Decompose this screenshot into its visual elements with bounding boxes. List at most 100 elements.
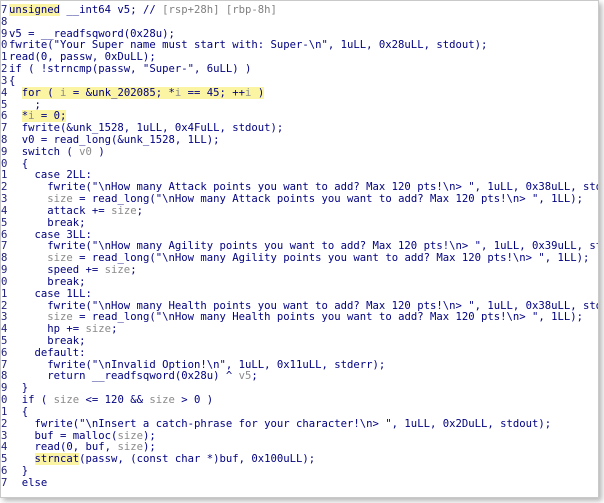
line-number: 5 [1, 217, 7, 229]
identifier-token: size [47, 193, 73, 206]
code-token: for ( [21, 86, 61, 99]
code-token: ) [91, 145, 105, 158]
line-number: 9 [1, 383, 7, 395]
line-number: 1 [1, 170, 7, 182]
code-token: __int64 v5; // [60, 4, 163, 16]
code-token: fwrite("\nInvalid Option!\n", 1uLL, 0x11… [9, 358, 386, 371]
line-number: 3 [1, 430, 7, 442]
code-token: buf = malloc( [9, 429, 118, 442]
code-text: return __readfsqword(0x28u) ^ v5; [9, 370, 258, 383]
code-token: = read_long("\nHow many Attack points yo… [72, 193, 584, 206]
line-number: 7 [1, 241, 7, 253]
code-token: unsigned [9, 4, 61, 16]
code-token: ; [251, 370, 258, 383]
code-token: fwrite("Your Super name must start with:… [9, 39, 488, 52]
code-token: ) [251, 86, 265, 99]
line-number: 5 [1, 335, 7, 347]
code-token: break; [9, 216, 86, 229]
code-token: read(0, buf, [9, 441, 118, 454]
code-token: speed += [9, 264, 105, 277]
pseudocode-view: 7 unsigned __int64 v5; // [rsp+28h] [rbp-… [0, 0, 599, 498]
line-number: 8 [1, 135, 7, 147]
code-text: unsigned __int64 v5; // [rsp+28h] [rbp-8… [9, 4, 277, 17]
code-token: = &unk_202085; * [66, 86, 175, 99]
identifier-token: v5 [238, 370, 252, 383]
identifier-token: size [117, 441, 143, 454]
code-token: default: [9, 346, 86, 359]
code-token: break; [9, 275, 86, 288]
line-number: 4 [1, 205, 7, 217]
identifier-token: v0 [79, 145, 92, 158]
code-token: ; [130, 264, 137, 277]
code-token: else [9, 476, 48, 489]
code-token: { [9, 74, 16, 87]
code-token: ); [142, 429, 156, 442]
identifier-token: size [111, 204, 137, 217]
code-token: > 0 ) [174, 394, 214, 407]
highlighted-code: for ( i = &unk_202085; *i == 45; ++i ) [21, 86, 265, 99]
code-token: case 3LL: [9, 228, 92, 241]
code-token: if ( !strncmp(passw, "Super-", 6uLL) ) [9, 63, 252, 76]
code-token: ); [142, 441, 156, 454]
code-text: strncat(passw, (const char *)buf, 0x100u… [9, 453, 316, 466]
line-number: 6 [1, 347, 7, 359]
line-number: 7 [1, 477, 7, 489]
line-number: 6 [1, 229, 7, 241]
identifier-token: size [117, 429, 143, 442]
code-token: == 45; ++ [181, 86, 246, 99]
line-number: 6 [1, 465, 7, 477]
identifier-token: size [85, 323, 112, 336]
line-number: 1 [1, 52, 7, 64]
line-number: 5 [1, 99, 7, 111]
line-number: 0 [1, 276, 7, 288]
code-token: ; [136, 204, 143, 217]
code-text: for ( i = &unk_202085; *i == 45; ++i ) [9, 86, 265, 100]
code-token: attack += [9, 204, 112, 217]
identifier-token: size [149, 394, 175, 407]
code-token: if ( [9, 394, 54, 407]
line-number: 5 [1, 454, 7, 466]
line-number: 3 [1, 194, 7, 206]
line-number: 2 [1, 418, 7, 430]
code-token: hp += [9, 323, 86, 336]
code-token: ; [111, 323, 118, 336]
code-token: } [9, 382, 29, 395]
line-number: 2 [1, 64, 7, 76]
code-token: strncat [34, 453, 80, 466]
line-number: 1 [1, 288, 7, 300]
line-number: 9 [1, 146, 7, 158]
code-token: fwrite("\nHow many Attack points you wan… [9, 181, 599, 194]
line-number: 8 [1, 371, 7, 383]
code-token: case 1LL: [9, 287, 92, 300]
code-token: { [9, 405, 29, 418]
code-token: case 2LL: [9, 169, 92, 182]
code-token: (passw, (const char *)buf, 0x100uLL); [79, 453, 316, 466]
code-text: if ( size <= 120 && size > 0 ) [9, 394, 214, 407]
code-token: = read_long("\nHow many Agility points y… [72, 252, 590, 265]
code-text: else [9, 476, 48, 490]
identifier-token: size [47, 311, 73, 324]
code-token: = 0; [34, 110, 67, 123]
line-number: 0 [1, 395, 7, 407]
code-token: read(0, passw, 0xDuLL); [9, 51, 156, 64]
code-token: fwrite(&unk_1528, 1uLL, 0x4FuLL, stdout)… [9, 122, 284, 135]
code-token: return __readfsqword(0x28u) ^ [9, 370, 239, 383]
line-number: 7 [1, 359, 7, 371]
line-number: 9 [1, 265, 7, 277]
code-token: switch ( [9, 145, 80, 158]
line-number: 7 [1, 5, 7, 16]
line-number: 6 [1, 111, 7, 123]
code-token: fwrite("\nHow many Agility points you wa… [9, 240, 599, 253]
line-number: 2 [1, 300, 7, 312]
line-number: 8 [1, 253, 7, 265]
line-number: 0 [1, 158, 7, 170]
line-number: 1 [1, 406, 7, 418]
code-token: [rsp+28h] [rbp-8h] [162, 4, 277, 16]
code-token: <= 120 && [79, 394, 150, 407]
line-number: 7 [1, 123, 7, 135]
highlighted-code: *i = 0; [21, 110, 67, 123]
line-number: 4 [1, 324, 7, 336]
